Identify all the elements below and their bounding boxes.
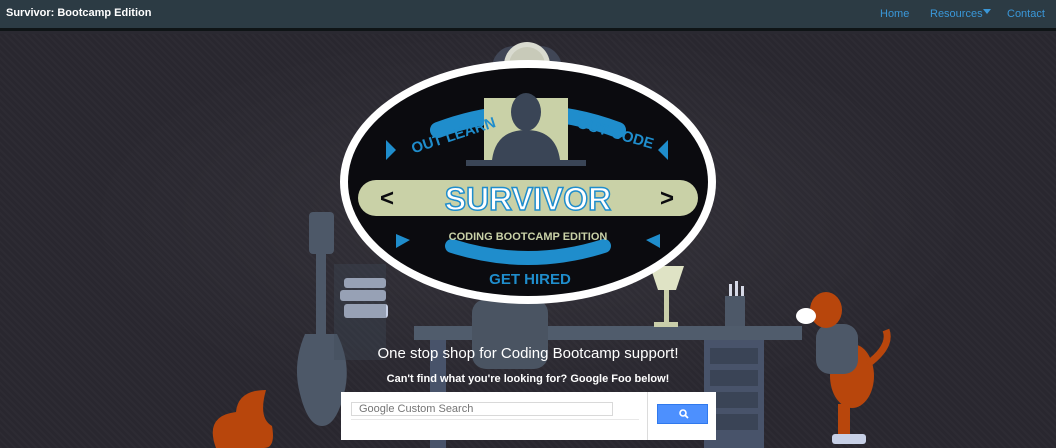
search-divider [647,392,648,440]
google-search-box [341,392,716,440]
flame-illustration [212,390,273,448]
hero-subtag: Can't find what you're looking for? Goog… [386,373,670,385]
caret-down-icon[interactable] [983,9,991,14]
logo-left-bracket: < [380,185,394,212]
search-button[interactable] [657,404,708,424]
logo-title-text: SURVIVOR [445,181,612,217]
navbar: Survivor: Bootcamp Edition Home Resource… [0,0,1056,31]
logo-subtitle-text: CODING BOOTCAMP EDITION [449,231,608,243]
search-input[interactable] [351,402,613,416]
hero-section: < > OUT LEARN OUT CODE SURVIVOR CODING B… [0,34,1056,448]
lamp-illustration [650,266,684,327]
logo-bottom-text: GET HIRED [489,271,571,288]
search-icon [679,409,689,419]
nav-contact-link[interactable]: Contact [1007,8,1045,20]
brand-title[interactable]: Survivor: Bootcamp Edition [6,7,151,19]
pencil-cup-illustration [725,281,745,326]
hero-illustration: < > OUT LEARN OUT CODE SURVIVOR CODING B… [212,42,891,448]
search-input-underline [351,419,639,420]
nav-home-link[interactable]: Home [880,8,909,20]
survivor-logo[interactable]: < > OUT LEARN OUT CODE SURVIVOR CODING B… [340,60,716,304]
dog-illustration [796,292,891,444]
logo-right-bracket: > [660,185,674,212]
hero-tagline: One stop shop for Coding Bootcamp suppor… [377,345,679,362]
nav-resources-link[interactable]: Resources [930,8,983,20]
